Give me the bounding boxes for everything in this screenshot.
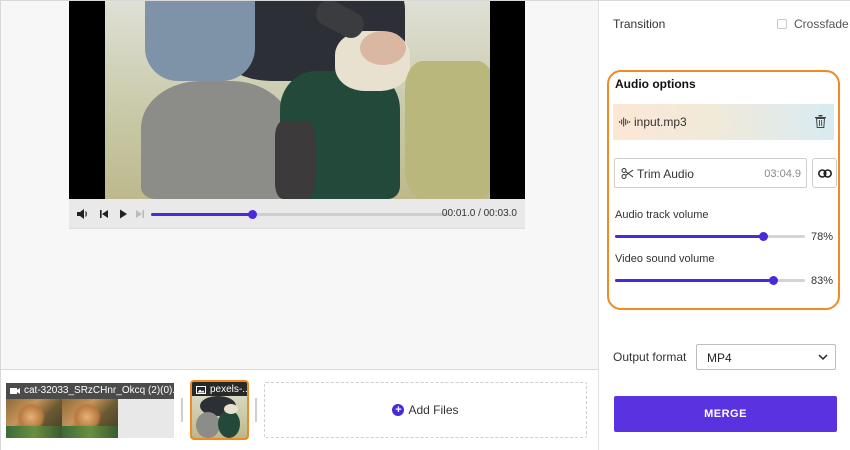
audio-waveform-icon: [619, 117, 631, 127]
player-controls: 00:01.0 / 00:03.0: [69, 199, 525, 229]
output-format-select[interactable]: MP4: [696, 344, 836, 370]
clip-thumbnail: [6, 399, 62, 438]
merge-button[interactable]: MERGE: [614, 396, 837, 432]
add-files-label: Add Files: [408, 403, 459, 417]
output-format-value: MP4: [707, 351, 732, 365]
video-sound-volume-label: Video sound volume: [615, 253, 715, 265]
plus-circle-icon: +: [392, 404, 405, 416]
chevron-down-icon: [818, 354, 828, 361]
audio-file-item: input.mp3: [613, 104, 834, 140]
trash-icon[interactable]: [815, 115, 826, 128]
audio-track-volume-handle[interactable]: [759, 232, 768, 241]
playback-progress-bar[interactable]: [151, 210, 448, 219]
time-readout: 00:01.0 / 00:03.0: [441, 208, 517, 219]
crossfade-label[interactable]: Crossfade: [794, 17, 849, 31]
link-audio-button[interactable]: [812, 158, 837, 188]
audio-track-volume-slider[interactable]: [615, 232, 805, 241]
audio-track-volume-value: 78%: [810, 231, 833, 243]
transition-row: Transition Crossfade: [613, 17, 849, 33]
video-sound-volume-value: 83%: [810, 275, 833, 287]
video-camera-icon: [10, 388, 20, 394]
clip-thumbnail: [192, 396, 247, 438]
audio-track-volume-fill: [615, 235, 763, 238]
transition-label: Transition: [613, 17, 666, 31]
scissors-icon: [621, 168, 634, 179]
playback-scrubber-handle[interactable]: [248, 210, 257, 219]
video-sound-volume-slider[interactable]: [615, 276, 805, 285]
trim-audio-label: Trim Audio: [637, 167, 694, 181]
output-format-label: Output format: [613, 350, 687, 364]
audio-duration: 03:04.9: [764, 168, 801, 180]
clip-name: cat-32033_SRzCHnr_Okcq (2)(0).avi: [24, 385, 174, 396]
clip-drag-handle[interactable]: [181, 398, 183, 422]
crossfade-checkbox[interactable]: [777, 19, 787, 29]
clip-label: cat-32033_SRzCHnr_Okcq (2)(0).avi: [6, 383, 174, 399]
preview-area: 00:01.0 / 00:03.0: [1, 1, 598, 369]
timeline-clip[interactable]: cat-32033_SRzCHnr_Okcq (2)(0).avi: [6, 383, 174, 438]
clip-name: pexels-...: [210, 384, 247, 395]
audio-options-title: Audio options: [615, 77, 696, 91]
output-format-row: Output format MP4: [613, 344, 839, 370]
add-files-button[interactable]: + Add Files: [264, 382, 587, 438]
link-icon: [818, 169, 832, 178]
audio-options-section: Audio options input.mp3 Trim Audio 03:04…: [607, 70, 840, 310]
step-forward-icon[interactable]: [133, 207, 147, 221]
timeline-clip-selected[interactable]: pexels-...: [190, 380, 249, 440]
step-back-icon[interactable]: [97, 207, 111, 221]
clip-drag-handle[interactable]: [255, 398, 257, 422]
play-icon[interactable]: [116, 207, 130, 221]
video-sound-volume-fill: [615, 279, 773, 282]
playback-progress-fill: [151, 213, 252, 216]
settings-panel: Transition Crossfade Audio options input…: [598, 1, 850, 450]
image-icon: [196, 386, 206, 394]
timeline: cat-32033_SRzCHnr_Okcq (2)(0).avi + Add …: [1, 369, 598, 450]
trim-audio-button[interactable]: Trim Audio 03:04.9: [614, 158, 807, 188]
video-frame-image: [105, 1, 490, 199]
volume-icon[interactable]: [75, 207, 89, 221]
video-preview[interactable]: [69, 1, 525, 199]
audio-file-name: input.mp3: [634, 115, 687, 129]
clip-thumbnail: [62, 399, 118, 438]
audio-track-volume-label: Audio track volume: [615, 209, 709, 221]
video-sound-volume-handle[interactable]: [769, 276, 778, 285]
